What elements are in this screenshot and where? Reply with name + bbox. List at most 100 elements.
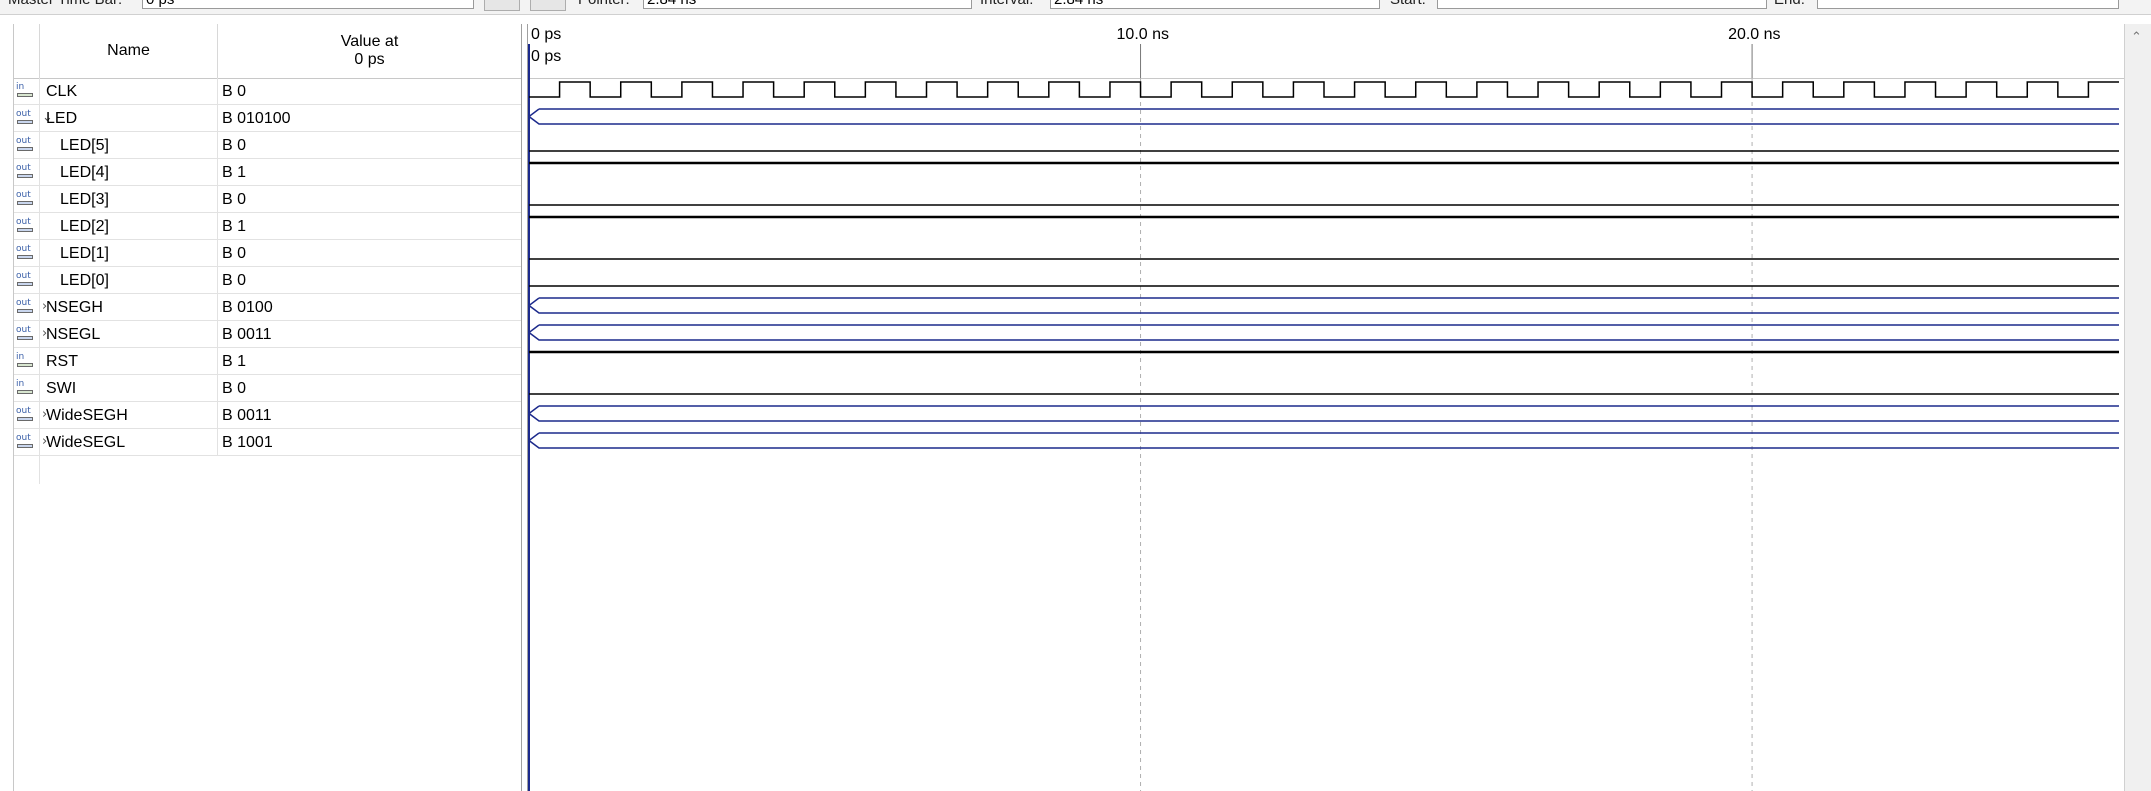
output-pin-icon: out xyxy=(16,137,36,153)
column-divider xyxy=(217,402,218,429)
signal-value: B 1 xyxy=(222,218,247,235)
pin-icon-text: in xyxy=(16,379,25,389)
output-pin-icon: out xyxy=(16,245,36,261)
column-divider xyxy=(217,240,218,267)
column-divider xyxy=(217,348,218,375)
value-column-header[interactable]: Value at 0 ps xyxy=(218,24,521,78)
column-divider xyxy=(217,267,218,294)
signal-row[interactable]: out ⌄ LED B 010100 xyxy=(14,105,521,132)
pin-icon-bar xyxy=(17,228,33,232)
pin-icon-text: out xyxy=(16,136,31,146)
signal-name: LED[1] xyxy=(60,245,109,262)
output-pin-icon: out xyxy=(16,164,36,180)
pin-icon-bar xyxy=(17,201,33,205)
input-pin-icon: in xyxy=(16,353,36,369)
signal-name: CLK xyxy=(46,83,78,100)
output-pin-icon: out xyxy=(16,218,36,234)
type-column-header[interactable] xyxy=(14,24,40,78)
end-label: End: xyxy=(1774,0,1805,8)
signal-value: B 0 xyxy=(222,137,247,154)
output-pin-icon: out xyxy=(16,434,36,450)
signal-name: LED xyxy=(46,110,78,127)
signal-value: B 010100 xyxy=(222,110,291,127)
bus-waveform xyxy=(528,432,2119,449)
pin-icon-text: out xyxy=(16,163,31,173)
name-column-header[interactable]: Name xyxy=(40,24,218,78)
signal-name: LED[2] xyxy=(60,218,109,235)
vertical-scrollbar[interactable]: ⌃ xyxy=(2124,24,2151,791)
pin-icon-text: out xyxy=(16,190,31,200)
scroll-up-icon[interactable]: ⌃ xyxy=(2131,30,2142,45)
signal-row[interactable]: out › NSEGH B 0100 xyxy=(14,294,521,321)
name-header-text: Name xyxy=(107,42,150,59)
value-header-line2: 0 ps xyxy=(354,51,385,68)
pin-icon-bar xyxy=(17,363,33,367)
signal-row[interactable]: out LED[3] B 0 xyxy=(14,186,521,213)
bus-waveform xyxy=(528,324,2119,341)
output-pin-icon: out xyxy=(16,407,36,423)
pin-icon-bar xyxy=(17,255,33,259)
pointer-label: Pointer: xyxy=(578,0,630,8)
signal-value: B 0100 xyxy=(222,299,273,316)
signal-value: B 0011 xyxy=(222,326,272,343)
column-divider xyxy=(217,429,218,456)
signal-row[interactable]: out LED[4] B 1 xyxy=(14,159,521,186)
signal-value: B 1 xyxy=(222,164,247,181)
pointer-field[interactable]: 2.84 ns xyxy=(643,0,972,9)
master-time-bar-field[interactable]: 0 ps xyxy=(142,0,474,9)
signal-value: B 1001 xyxy=(222,434,273,451)
pin-icon-bar xyxy=(17,120,33,124)
input-pin-icon: in xyxy=(16,380,36,396)
signal-name: NSEGH xyxy=(46,299,103,316)
column-divider xyxy=(217,375,218,402)
pin-icon-bar xyxy=(17,390,33,394)
signal-row[interactable]: out › WideSEGL B 1001 xyxy=(14,429,521,456)
pin-icon-bar xyxy=(17,93,33,97)
signal-table: Name Value at 0 ps in CLK B 0 out ⌄ LED B 0101… xyxy=(13,24,522,791)
pin-icon-text: out xyxy=(16,433,31,443)
input-pin-icon: in xyxy=(16,83,36,99)
signal-row[interactable]: out LED[1] B 0 xyxy=(14,240,521,267)
master-time-bar-label: Master Time Bar: xyxy=(8,0,122,8)
signal-row[interactable]: out LED[5] B 0 xyxy=(14,132,521,159)
end-field[interactable] xyxy=(1817,0,2119,9)
signal-row[interactable]: in RST B 1 xyxy=(14,348,521,375)
output-pin-icon: out xyxy=(16,299,36,315)
bus-waveform xyxy=(528,297,2119,314)
pin-icon-text: in xyxy=(16,82,25,92)
column-divider xyxy=(217,186,218,213)
column-divider xyxy=(217,105,218,132)
signal-name: LED[0] xyxy=(60,272,109,289)
pin-icon-text: out xyxy=(16,217,31,227)
signal-value: B 0 xyxy=(222,191,247,208)
output-pin-icon: out xyxy=(16,272,36,288)
signal-row[interactable]: out LED[0] B 0 xyxy=(14,267,521,294)
interval-field[interactable]: 2.84 ns xyxy=(1050,0,1380,9)
pin-icon-bar xyxy=(17,336,33,340)
signal-value: B 0 xyxy=(222,272,247,289)
pin-icon-bar xyxy=(17,282,33,286)
signal-row[interactable]: in SWI B 0 xyxy=(14,375,521,402)
pin-icon-text: out xyxy=(16,325,31,335)
clock-waveform xyxy=(529,81,2119,98)
signal-row[interactable]: out › NSEGL B 0011 xyxy=(14,321,521,348)
signal-name: LED[3] xyxy=(60,191,109,208)
signal-name: LED[4] xyxy=(60,164,109,181)
waveform-panel[interactable]: 0 ps 10.0 ns 20.0 ns 0 ps xyxy=(527,24,2125,791)
pin-icon-bar xyxy=(17,417,33,421)
column-divider xyxy=(217,294,218,321)
signal-row[interactable]: out › WideSEGH B 0011 xyxy=(14,402,521,429)
pin-icon-bar xyxy=(17,174,33,178)
signal-name: NSEGL xyxy=(46,326,101,343)
start-label: Start: xyxy=(1390,0,1426,8)
waveform-canvas[interactable] xyxy=(528,24,2125,791)
previous-transition-button[interactable] xyxy=(484,0,520,11)
signal-value: B 0 xyxy=(222,245,247,262)
next-transition-button[interactable] xyxy=(530,0,566,11)
pin-icon-bar xyxy=(17,147,33,151)
interval-label: Interval: xyxy=(980,0,1033,8)
signal-row[interactable]: in CLK B 0 xyxy=(14,78,521,105)
value-header-line1: Value at xyxy=(340,33,399,50)
signal-row[interactable]: out LED[2] B 1 xyxy=(14,213,521,240)
start-field[interactable] xyxy=(1437,0,1767,9)
